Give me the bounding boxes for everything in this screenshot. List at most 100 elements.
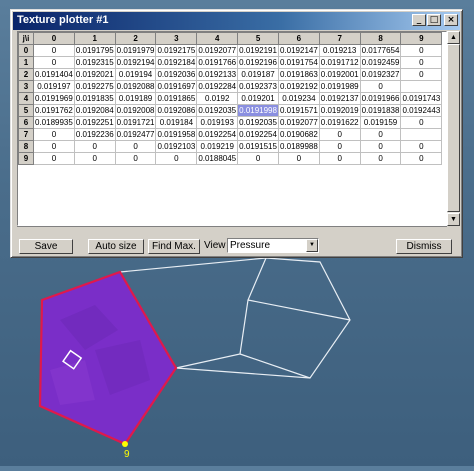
grid-cell[interactable]: 0.0192 xyxy=(196,92,239,105)
grid-cell[interactable]: 0.019189 xyxy=(114,92,157,105)
grid-cell[interactable]: 0 xyxy=(359,128,402,141)
row-header[interactable]: 3 xyxy=(18,80,34,93)
grid-cell[interactable]: 0.0191989 xyxy=(318,80,361,93)
column-header[interactable]: 6 xyxy=(277,32,320,45)
grid-cell[interactable]: 0.019184 xyxy=(155,116,198,129)
grid-cell[interactable]: 0.0192084 xyxy=(73,104,116,117)
grid-cell[interactable]: 0 xyxy=(73,152,116,165)
dismiss-button[interactable]: Dismiss xyxy=(396,239,452,254)
maximize-button[interactable]: □ xyxy=(427,14,441,26)
grid-cell[interactable]: 0 xyxy=(33,152,75,165)
grid-cell[interactable]: 0.0191969 xyxy=(33,92,75,105)
grid-cell[interactable]: 0.0192443 xyxy=(400,104,443,117)
grid-cell[interactable]: 0.0192284 xyxy=(196,80,239,93)
grid-cell[interactable]: 0.0192175 xyxy=(155,44,198,57)
grid-cell[interactable]: 0.0191571 xyxy=(277,104,320,117)
grid-cell[interactable]: 0.0192077 xyxy=(277,116,320,129)
grid-cell[interactable]: 0.0192236 xyxy=(73,128,116,141)
grid-cell[interactable]: 0.0192077 xyxy=(196,44,239,57)
grid-cell[interactable]: 0.0191743 xyxy=(400,92,443,105)
grid-cell[interactable]: 0 xyxy=(400,68,443,81)
grid-cell[interactable]: 0.0191721 xyxy=(114,116,157,129)
column-header[interactable]: 3 xyxy=(155,32,198,45)
grid-cell[interactable]: 0.0191979 xyxy=(114,44,157,57)
scroll-down-button[interactable]: ▼ xyxy=(447,213,460,226)
grid-cell[interactable]: 0.0192021 xyxy=(73,68,116,81)
grid-cell[interactable]: 0.0192137 xyxy=(318,92,361,105)
grid-cell[interactable]: 0 xyxy=(33,56,75,69)
grid-cell[interactable]: 0.0192036 xyxy=(155,68,198,81)
grid-cell[interactable]: 0.0192254 xyxy=(196,128,239,141)
grid-cell[interactable]: 0.0189988 xyxy=(277,140,320,153)
grid-cell[interactable]: 0.0192103 xyxy=(155,140,198,153)
grid-cell[interactable]: 0.019197 xyxy=(33,80,75,93)
grid-cell[interactable]: 0.019194 xyxy=(114,68,157,81)
grid-cell[interactable]: 0.0192008 xyxy=(114,104,157,117)
row-header[interactable]: 2 xyxy=(18,68,34,81)
grid-cell[interactable]: 0.0192086 xyxy=(155,104,198,117)
grid-cell[interactable]: 0.0192147 xyxy=(277,44,320,57)
vertical-scrollbar[interactable]: ▲ ▼ xyxy=(447,31,460,226)
grid-cell[interactable]: 0.0192477 xyxy=(114,128,157,141)
grid-cell[interactable]: 0 xyxy=(359,140,402,153)
grid-cell[interactable] xyxy=(400,80,443,93)
column-header[interactable]: 2 xyxy=(114,32,157,45)
grid-cell[interactable]: 0 xyxy=(400,140,443,153)
grid-cell[interactable]: 0 xyxy=(114,152,157,165)
row-header[interactable]: 0 xyxy=(18,44,34,57)
save-button[interactable]: Save xyxy=(19,239,73,254)
grid-cell[interactable]: 0.0192035 xyxy=(237,116,279,129)
row-header[interactable]: 5 xyxy=(18,104,34,117)
grid-cell[interactable]: 0 xyxy=(400,56,443,69)
minimize-button[interactable]: _ xyxy=(412,14,426,26)
grid-cell[interactable]: 0 xyxy=(318,128,361,141)
vertex-marker[interactable] xyxy=(122,441,128,447)
grid-cell[interactable]: 0.0191515 xyxy=(237,140,279,153)
grid-cell[interactable]: 0.0192327 xyxy=(359,68,402,81)
grid-cell[interactable]: 0.0192251 xyxy=(73,116,116,129)
grid-cell[interactable]: 0 xyxy=(359,152,402,165)
data-grid[interactable]: j\i 0123456789 0 0 0.0191795 0.0191979 0.019… xyxy=(17,31,447,226)
grid-cell[interactable]: 0.019213 xyxy=(318,44,361,57)
grid-cell[interactable]: 0.0188045 xyxy=(196,152,239,165)
grid-cell[interactable]: 0 xyxy=(33,140,75,153)
column-header[interactable]: 0 xyxy=(33,32,75,45)
grid-cell[interactable]: 0.0192035 xyxy=(196,104,239,117)
view-dropdown[interactable]: Pressure ▼ xyxy=(227,238,319,253)
grid-cell[interactable]: 0.0191863 xyxy=(277,68,320,81)
grid-cell[interactable]: 0.0191838 xyxy=(359,104,402,117)
column-header[interactable]: 8 xyxy=(359,32,402,45)
column-header[interactable]: 1 xyxy=(73,32,116,45)
scroll-thumb[interactable] xyxy=(447,44,460,212)
grid-cell[interactable]: 0.0192459 xyxy=(359,56,402,69)
grid-cell[interactable]: 0.0177654 xyxy=(359,44,402,57)
row-header[interactable]: 7 xyxy=(18,128,34,141)
grid-cell[interactable]: 0 xyxy=(318,152,361,165)
grid-cell[interactable]: 0.0192184 xyxy=(155,56,198,69)
grid-cell[interactable]: 0.0192254 xyxy=(237,128,279,141)
grid-cell[interactable]: 0.0191966 xyxy=(359,92,402,105)
grid-cell[interactable]: 0.0191958 xyxy=(155,128,198,141)
grid-cell[interactable]: 0.019201 xyxy=(237,92,279,105)
grid-cell[interactable]: 0.019187 xyxy=(237,68,279,81)
title-bar[interactable]: Texture plotter #1 _ □ × xyxy=(13,12,460,30)
grid-cell[interactable]: 0.0191754 xyxy=(277,56,320,69)
grid-cell[interactable]: 0 xyxy=(33,44,75,57)
grid-cell[interactable]: 0.0191865 xyxy=(155,92,198,105)
grid-cell[interactable]: 0.0191622 xyxy=(318,116,361,129)
grid-cell[interactable]: 0 xyxy=(114,140,157,153)
grid-cell[interactable]: 0.0192275 xyxy=(73,80,116,93)
grid-cell[interactable]: 0 xyxy=(318,140,361,153)
find-max-button[interactable]: Find Max. xyxy=(148,239,200,254)
auto-size-button[interactable]: Auto size xyxy=(88,239,144,254)
grid-cell[interactable]: 0.019234 xyxy=(277,92,320,105)
grid-cell[interactable]: 0 xyxy=(400,44,443,57)
row-header[interactable]: 6 xyxy=(18,116,34,129)
chevron-down-icon[interactable]: ▼ xyxy=(306,239,318,252)
grid-cell[interactable]: 0.0191762 xyxy=(33,104,75,117)
column-header[interactable]: 7 xyxy=(318,32,361,45)
grid-cell[interactable]: 0.019159 xyxy=(359,116,402,129)
row-header[interactable]: 4 xyxy=(18,92,34,105)
column-header[interactable]: 9 xyxy=(400,32,443,45)
grid-cell[interactable]: 0 xyxy=(155,152,198,165)
